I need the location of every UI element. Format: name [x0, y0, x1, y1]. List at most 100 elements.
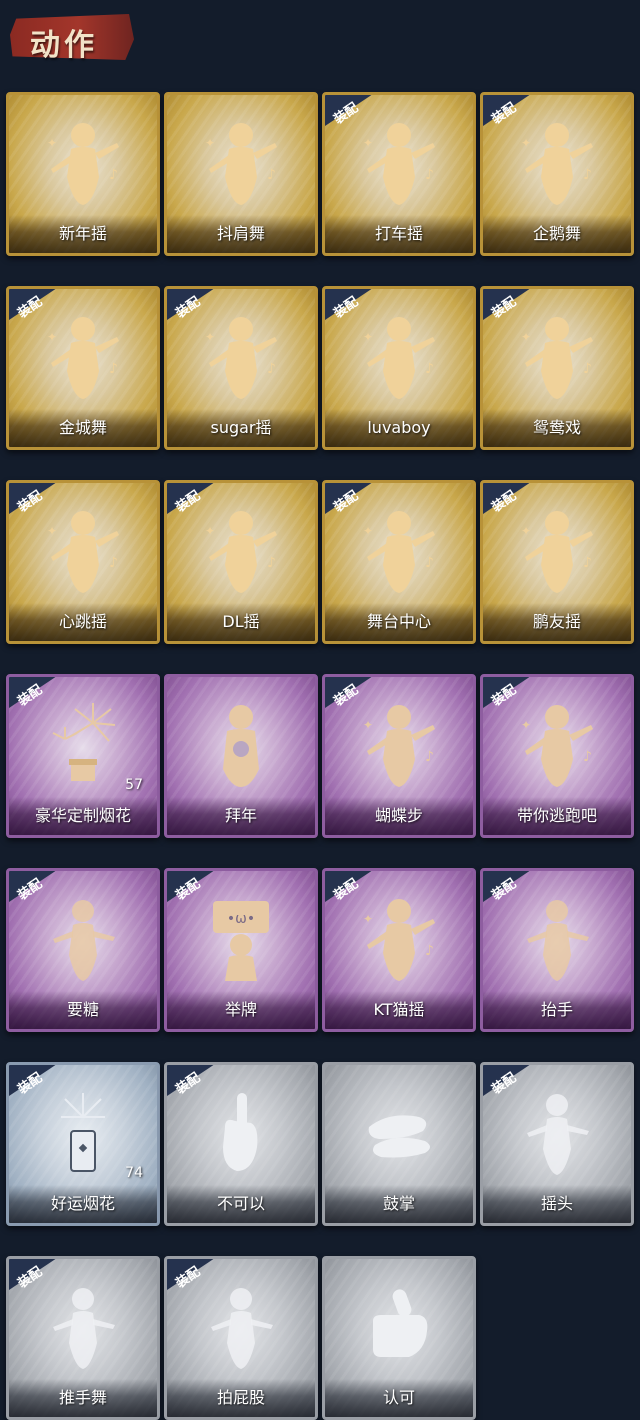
svg-text:✦: ✦ [521, 718, 531, 732]
thumbs-up-icon [359, 1281, 439, 1371]
emote-name: 拍屁股 [167, 1379, 315, 1417]
svg-text:✦: ✦ [521, 136, 531, 150]
clap-icon [359, 1087, 439, 1177]
emote-card[interactable]: ♪ ✦ 新年摇 [6, 92, 160, 256]
emote-name: KT猫摇 [325, 991, 473, 1029]
emote-card[interactable]: ♪ ✦ 抖肩舞 [164, 92, 318, 256]
svg-text:♪: ♪ [583, 167, 592, 183]
emote-card[interactable]: ♪ ✦ 装配 luvaboy [322, 286, 476, 450]
svg-text:♪: ♪ [425, 167, 434, 183]
emote-card[interactable]: ♪ ✦ 装配 舞台中心 [322, 480, 476, 644]
emote-name: 鸳鸯戏 [483, 409, 631, 447]
fireworks-icon [43, 699, 123, 789]
dancer-icon: ♪ ✦ [43, 117, 123, 207]
svg-text:♪: ♪ [267, 555, 276, 571]
dancer-icon: ♪ ✦ [201, 505, 281, 595]
svg-text:✦: ✦ [521, 524, 531, 538]
item-count: 74 [125, 1165, 143, 1181]
emote-name: luvaboy [325, 409, 473, 447]
figure-icon [43, 893, 123, 983]
svg-text:♪: ♪ [583, 361, 592, 377]
figure-icon [201, 1281, 281, 1371]
emote-card[interactable]: ♪ ✦ 装配 鹏友摇 [480, 480, 634, 644]
dancer-icon: ♪ ✦ [517, 699, 597, 789]
emote-card[interactable]: ♪ ✦ 装配 KT猫摇 [322, 868, 476, 1032]
emote-name: 金城舞 [9, 409, 157, 447]
svg-text:✦: ✦ [521, 330, 531, 344]
emote-card[interactable]: ♪ ✦ 装配 心跳摇 [6, 480, 160, 644]
svg-text:✦: ✦ [47, 330, 57, 344]
firecracker-icon [43, 1087, 123, 1177]
finger-icon [201, 1087, 281, 1177]
emote-name: 抖肩舞 [167, 215, 315, 253]
bow-greeting-icon [201, 699, 281, 789]
svg-text:✦: ✦ [47, 136, 57, 150]
emote-name: 心跳摇 [9, 603, 157, 641]
emote-card[interactable]: 装配 不可以 [164, 1062, 318, 1226]
emote-card[interactable]: ♪ ✦ 装配 带你逃跑吧 [480, 674, 634, 838]
dancer-icon: ♪ ✦ [359, 505, 439, 595]
svg-text:♪: ♪ [109, 361, 118, 377]
emote-card[interactable]: ♪ ✦ 装配 sugar摇 [164, 286, 318, 450]
emote-name: 举牌 [167, 991, 315, 1029]
emote-card[interactable]: 装配 抬手 [480, 868, 634, 1032]
emote-name: 蝴蝶步 [325, 797, 473, 835]
emote-name: 鼓掌 [325, 1185, 473, 1223]
figure-icon [517, 893, 597, 983]
svg-text:✦: ✦ [205, 330, 215, 344]
emote-card[interactable]: 装配 摇头 [480, 1062, 634, 1226]
emote-card[interactable]: 57 装配 豪华定制烟花 [6, 674, 160, 838]
emote-card[interactable]: 装配 拍屁股 [164, 1256, 318, 1420]
svg-text:♪: ♪ [583, 555, 592, 571]
figure-icon [517, 1087, 597, 1177]
emote-name: 带你逃跑吧 [483, 797, 631, 835]
svg-text:♪: ♪ [425, 749, 434, 765]
svg-text:♪: ♪ [583, 749, 592, 765]
svg-text:✦: ✦ [363, 718, 373, 732]
item-count: 57 [125, 777, 143, 793]
emote-name: 拜年 [167, 797, 315, 835]
emote-name: 抬手 [483, 991, 631, 1029]
dancer-icon: ♪ ✦ [201, 117, 281, 207]
emote-card[interactable]: 拜年 [164, 674, 318, 838]
emote-card[interactable]: ♪ ✦ 装配 企鹅舞 [480, 92, 634, 256]
emote-card[interactable]: 认可 [322, 1256, 476, 1420]
dancer-icon: ♪ ✦ [517, 505, 597, 595]
sign-icon: •ω• [201, 893, 281, 983]
emote-card[interactable]: ♪ ✦ 装配 打车摇 [322, 92, 476, 256]
emote-card[interactable]: 装配 推手舞 [6, 1256, 160, 1420]
emote-name: 推手舞 [9, 1379, 157, 1417]
emote-card[interactable]: 鼓掌 [322, 1062, 476, 1226]
svg-text:✦: ✦ [47, 524, 57, 538]
emote-name: 新年摇 [9, 215, 157, 253]
emote-card[interactable]: ♪ ✦ 装配 DL摇 [164, 480, 318, 644]
svg-text:♪: ♪ [267, 361, 276, 377]
svg-text:♪: ♪ [267, 167, 276, 183]
emote-card[interactable]: ♪ ✦ 装配 蝴蝶步 [322, 674, 476, 838]
emote-card[interactable]: •ω• 装配 举牌 [164, 868, 318, 1032]
emote-name: 鹏友摇 [483, 603, 631, 641]
dancer-icon: ♪ ✦ [517, 311, 597, 401]
svg-text:✦: ✦ [363, 330, 373, 344]
svg-text:♪: ♪ [425, 361, 434, 377]
svg-text:✦: ✦ [205, 136, 215, 150]
dancer-icon: ♪ ✦ [359, 893, 439, 983]
svg-text:✦: ✦ [205, 524, 215, 538]
svg-text:♪: ♪ [425, 943, 434, 959]
emote-card[interactable]: ♪ ✦ 装配 金城舞 [6, 286, 160, 450]
emote-card[interactable]: 装配 要糖 [6, 868, 160, 1032]
figure-icon [43, 1281, 123, 1371]
page-title: 动作 [30, 28, 98, 63]
dancer-icon: ♪ ✦ [359, 311, 439, 401]
emote-name: 豪华定制烟花 [9, 797, 157, 835]
emote-name: sugar摇 [167, 409, 315, 447]
svg-text:♪: ♪ [109, 167, 118, 183]
emote-card[interactable]: 74 装配 好运烟花 [6, 1062, 160, 1226]
emote-name: 认可 [325, 1379, 473, 1417]
emote-card[interactable]: ♪ ✦ 装配 鸳鸯戏 [480, 286, 634, 450]
emote-name: 打车摇 [325, 215, 473, 253]
emote-name: 不可以 [167, 1185, 315, 1223]
dancer-icon: ♪ ✦ [359, 117, 439, 207]
emote-name: 要糖 [9, 991, 157, 1029]
svg-text:♪: ♪ [425, 555, 434, 571]
